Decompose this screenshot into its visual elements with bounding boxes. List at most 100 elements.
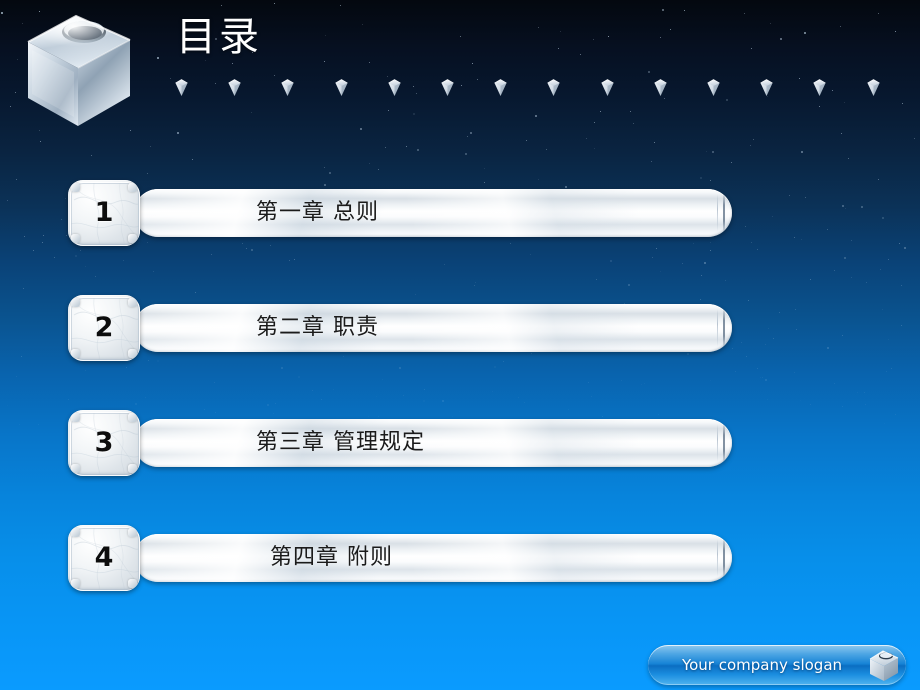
toc-number-badge[interactable]: 1 xyxy=(68,180,140,246)
star-dot xyxy=(759,376,761,378)
star-dot xyxy=(772,338,774,339)
star-dot xyxy=(361,23,363,25)
star-dot xyxy=(94,276,96,277)
star-dot xyxy=(423,400,425,403)
bar-end-cap xyxy=(723,308,725,348)
star-dot xyxy=(810,279,812,281)
star-dot xyxy=(534,115,537,118)
star-dot xyxy=(844,256,846,259)
star-dot xyxy=(647,71,650,74)
star-dot xyxy=(600,111,602,113)
star-dot xyxy=(68,398,70,400)
star-dot xyxy=(328,171,331,174)
star-dot xyxy=(297,376,300,379)
star-dot xyxy=(730,161,732,163)
star-dot xyxy=(780,38,783,41)
star-dot xyxy=(788,195,790,197)
star-dot xyxy=(884,422,886,424)
star-dot xyxy=(888,259,889,261)
toc-row[interactable]: 第二章 职责 2 xyxy=(68,295,732,361)
star-dot xyxy=(156,57,159,59)
toc-bar[interactable]: 第三章 管理规定 xyxy=(134,419,732,467)
star-dot xyxy=(700,177,703,180)
bar-end-cap xyxy=(723,423,725,463)
star-dot xyxy=(888,339,890,341)
star-dot xyxy=(18,424,20,426)
toc-bar[interactable]: 第四章 附则 xyxy=(134,534,732,582)
star-dot xyxy=(274,2,276,4)
star-dot xyxy=(537,26,539,28)
star-dot xyxy=(745,226,747,227)
star-dot xyxy=(246,248,248,250)
toc-number-badge[interactable]: 2 xyxy=(68,295,140,361)
star-dot xyxy=(864,391,866,393)
star-dot xyxy=(710,380,712,382)
bar-sheen-highlight xyxy=(134,189,732,237)
star-dot xyxy=(412,113,415,116)
divider-gem-icon xyxy=(334,78,349,97)
toc-row[interactable]: 第三章 管理规定 3 xyxy=(68,410,732,476)
toc-number-badge[interactable]: 4 xyxy=(68,525,140,591)
star-dot xyxy=(861,206,864,208)
star-dot xyxy=(42,242,44,244)
star-dot xyxy=(417,148,420,151)
star-dot xyxy=(899,243,901,245)
star-dot xyxy=(523,402,525,403)
star-dot xyxy=(220,4,222,6)
star-dot xyxy=(129,130,131,132)
star-dot xyxy=(24,235,26,237)
star-dot xyxy=(767,328,769,330)
toc-row[interactable]: 第四章 附则 4 xyxy=(68,525,732,591)
star-dot xyxy=(794,371,795,373)
footer-slogan-bar[interactable]: Your company slogan xyxy=(648,645,906,685)
star-dot xyxy=(900,285,902,287)
star-dot xyxy=(800,239,802,240)
star-dot xyxy=(682,262,683,264)
star-dot xyxy=(826,228,828,230)
toc-row[interactable]: 第一章 总则 1 xyxy=(68,180,732,246)
star-dot xyxy=(469,132,472,135)
star-dot xyxy=(288,259,290,261)
star-dot xyxy=(765,379,767,382)
star-dot xyxy=(378,169,380,171)
toc-number-badge[interactable]: 3 xyxy=(68,410,140,476)
toc-item-label: 第三章 管理规定 xyxy=(256,430,425,455)
star-dot xyxy=(712,151,715,154)
star-dot xyxy=(464,153,467,156)
toc-bar[interactable]: 第一章 总则 xyxy=(134,189,732,237)
star-dot xyxy=(149,145,151,147)
star-dot xyxy=(385,146,387,148)
star-dot xyxy=(191,159,193,161)
star-dot xyxy=(833,269,835,271)
star-dot xyxy=(526,140,528,141)
divider-gem-icon xyxy=(653,78,668,97)
gem-divider-row xyxy=(0,78,920,100)
star-dot xyxy=(845,207,847,209)
divider-gem-icon xyxy=(866,78,881,97)
star-dot xyxy=(913,137,915,139)
star-dot xyxy=(701,274,703,276)
star-dot xyxy=(558,47,560,49)
divider-gem-icon xyxy=(546,78,561,97)
star-dot xyxy=(231,63,233,65)
star-dot xyxy=(761,376,763,378)
star-dot xyxy=(152,270,154,272)
star-dot xyxy=(210,253,212,255)
star-dot xyxy=(38,423,40,425)
toc-bar[interactable]: 第二章 职责 xyxy=(134,304,732,352)
star-dot xyxy=(879,269,881,271)
star-dot xyxy=(901,325,903,327)
star-dot xyxy=(652,257,654,258)
star-dot xyxy=(559,31,561,33)
star-dot xyxy=(579,53,581,55)
bar-end-cap-secondary xyxy=(717,539,718,577)
star-dot xyxy=(274,403,276,405)
toc-item-label: 第一章 总则 xyxy=(256,200,379,225)
star-dot xyxy=(885,370,887,372)
star-dot xyxy=(359,127,362,130)
star-dot xyxy=(443,263,445,265)
star-dot xyxy=(585,138,587,140)
star-dot xyxy=(753,139,754,140)
star-dot xyxy=(747,299,749,301)
star-dot xyxy=(850,276,852,278)
